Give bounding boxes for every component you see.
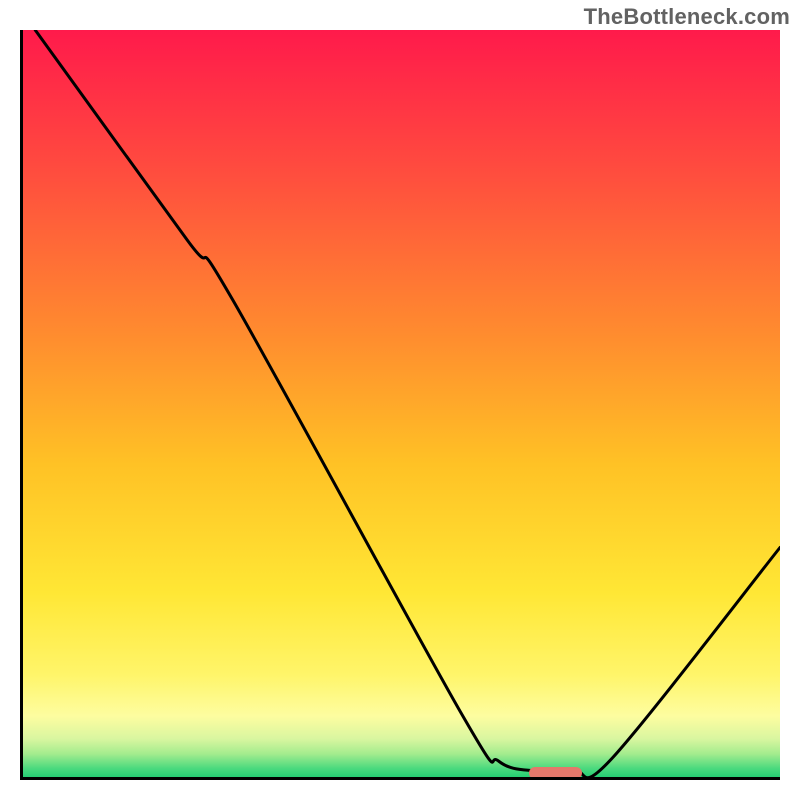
y-axis-line: [20, 30, 23, 780]
x-axis-line: [20, 777, 780, 780]
bottleneck-curve-svg: [20, 30, 780, 780]
plot-area: [20, 30, 780, 780]
watermark-text: TheBottleneck.com: [584, 4, 790, 30]
bottleneck-curve-path: [35, 30, 780, 778]
